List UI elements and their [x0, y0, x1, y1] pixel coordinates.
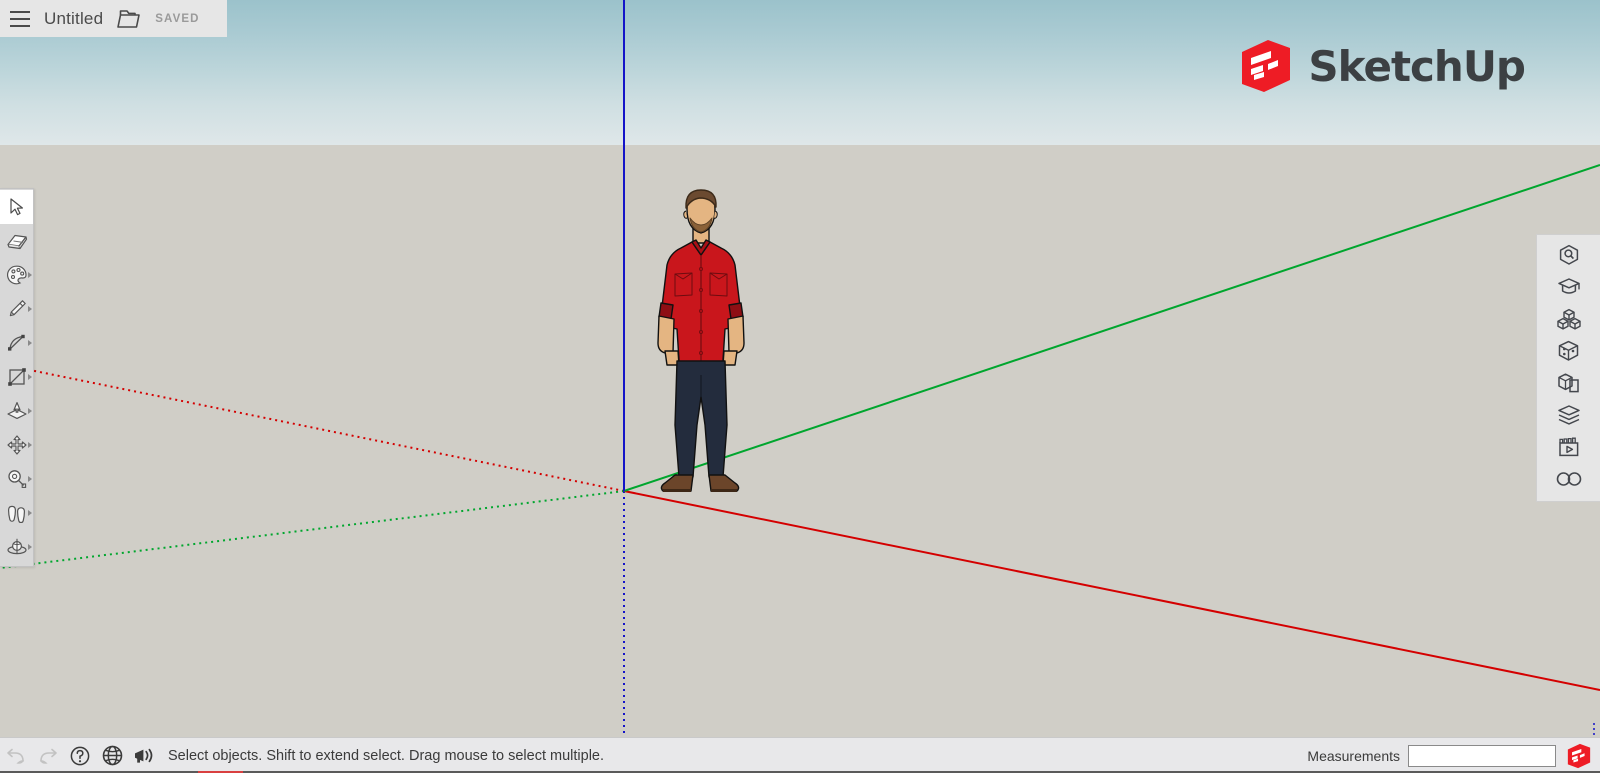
right-panel-tray [1536, 234, 1600, 502]
globe-icon[interactable] [96, 738, 128, 773]
folder-open-icon[interactable] [115, 8, 141, 30]
materials-cube-icon [1558, 340, 1579, 361]
walk-flyout-arrow[interactable] [28, 510, 32, 516]
line-flyout-arrow[interactable] [28, 306, 32, 312]
instructor-panel-button[interactable] [1537, 271, 1600, 303]
layers-stack-icon [1557, 405, 1580, 425]
save-status-badge: SAVED [155, 12, 200, 25]
3d-viewport[interactable] [0, 0, 1600, 737]
sketchup-brand: SketchUp [1238, 38, 1526, 94]
walk-tool[interactable] [0, 496, 33, 530]
line-tool[interactable] [0, 292, 33, 326]
measurements-area: Measurements [1307, 743, 1600, 769]
tags-panel-button[interactable] [1537, 399, 1600, 431]
move-flyout-arrow[interactable] [28, 442, 32, 448]
paint-bucket-tool[interactable] [0, 258, 33, 292]
arc-tool[interactable] [0, 326, 33, 360]
megaphone-icon[interactable] [128, 738, 160, 773]
orbit-tool[interactable] [0, 530, 33, 564]
push-pull-flyout-arrow[interactable] [28, 408, 32, 414]
axis-green-negative [0, 490, 625, 569]
orbit-flyout-arrow[interactable] [28, 544, 32, 550]
axis-red-negative [19, 367, 625, 492]
viewport-scroll-indicator [1593, 723, 1595, 735]
status-hint-text: Select objects. Shift to extend select. … [168, 747, 605, 764]
scenes-panel-button[interactable] [1537, 431, 1600, 463]
components-cubes-icon [1556, 308, 1581, 330]
axis-green-positive [623, 164, 1600, 492]
graduation-cap-icon [1557, 278, 1580, 294]
sketchup-web-app: Untitled SAVED SketchUp Select objects. … [0, 0, 1600, 773]
materials-panel-button[interactable] [1537, 335, 1600, 367]
entity-info-panel-button[interactable] [1537, 239, 1600, 271]
eraser-tool[interactable] [0, 224, 33, 258]
left-tool-palette [0, 188, 34, 567]
measurements-input[interactable] [1408, 744, 1556, 767]
app-header: Untitled SAVED [0, 0, 227, 37]
entity-info-icon [1559, 244, 1578, 265]
sketchup-cube-logo-small[interactable] [1566, 743, 1592, 769]
axis-red-positive [623, 490, 1600, 691]
scale-figure-model[interactable] [645, 185, 760, 500]
arc-flyout-arrow[interactable] [28, 340, 32, 346]
select-tool[interactable] [0, 190, 33, 224]
paint-bucket-flyout-arrow[interactable] [28, 272, 32, 278]
tape-measure-flyout-arrow[interactable] [28, 476, 32, 482]
sketchup-wordmark: SketchUp [1308, 41, 1526, 91]
document-title: Untitled [44, 8, 104, 28]
vr-glasses-icon [1556, 472, 1581, 486]
styles-shapes-icon [1558, 373, 1579, 393]
redo-arrow-icon[interactable] [32, 738, 64, 773]
drawing-axes [0, 0, 1600, 737]
tape-measure-tool[interactable] [0, 462, 33, 496]
rectangle-tool[interactable] [0, 360, 33, 394]
components-panel-button[interactable] [1537, 303, 1600, 335]
status-bar: Select objects. Shift to extend select. … [0, 737, 1600, 773]
measurements-label: Measurements [1307, 747, 1400, 764]
scenes-film-icon [1558, 437, 1578, 457]
move-tool[interactable] [0, 428, 33, 462]
push-pull-tool[interactable] [0, 394, 33, 428]
styles-panel-button[interactable] [1537, 367, 1600, 399]
vr-panel-button[interactable] [1537, 463, 1600, 495]
hamburger-menu-icon[interactable] [0, 0, 40, 37]
rectangle-flyout-arrow[interactable] [28, 374, 32, 380]
help-question-icon[interactable] [64, 738, 96, 773]
sketchup-cube-logo [1242, 40, 1291, 92]
undo-arrow-icon[interactable] [0, 738, 32, 773]
